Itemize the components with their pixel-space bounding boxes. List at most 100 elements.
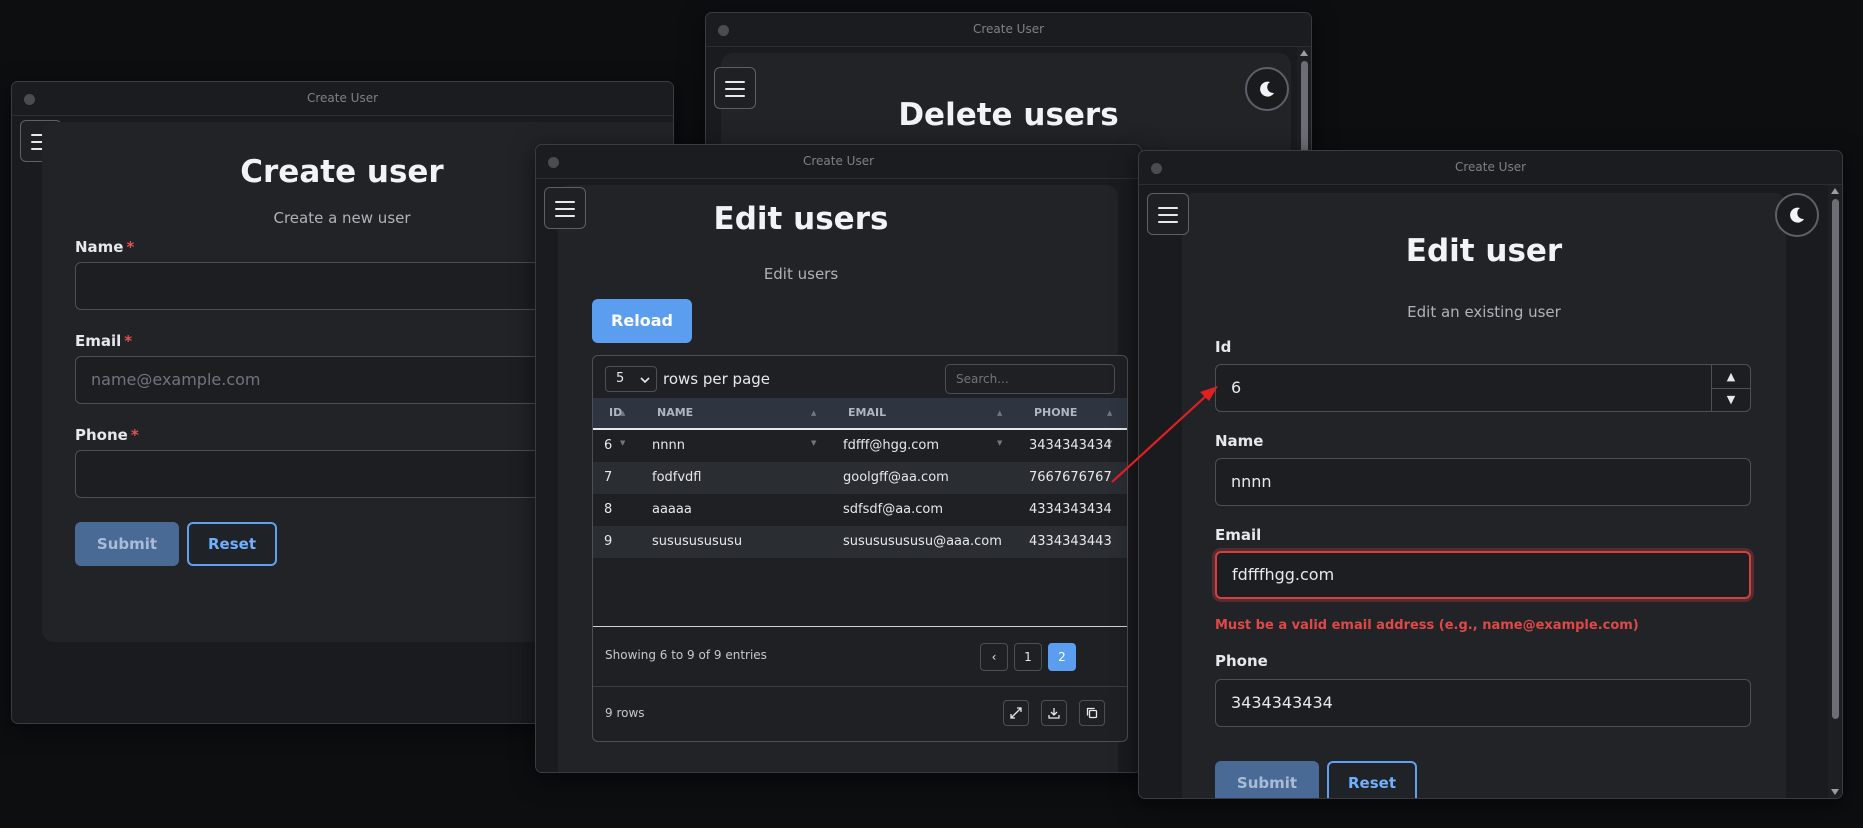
cell-email: fdfff@hgg.com [843,438,940,453]
hamburger-icon [725,81,745,83]
download-button[interactable] [1041,700,1067,726]
cell-name: fodfvdfl [652,470,702,485]
cell-id: 7 [604,470,613,485]
scroll-up-arrow[interactable] [1300,50,1308,56]
id-stepper-controls: ▲ ▼ [1711,365,1750,411]
cell-name: aaaaa [652,502,692,517]
rows-per-page-label: rows per page [663,370,771,388]
pagination-page-2[interactable]: 2 [1048,643,1076,671]
cell-email: sdfsdf@aa.com [843,502,944,517]
name-label: Name * [75,238,134,256]
email-label: Email [1215,526,1262,544]
id-value: 6 [1231,378,1242,397]
table-actions [1003,700,1113,728]
title-bar: Create User [12,82,673,116]
table-row[interactable]: 9 susususususu susususususu@aaa.com 4334… [593,526,1127,558]
column-header-phone[interactable]: PHONE [1034,398,1077,428]
window-content: Edit users Edit users Reload 5 rows per … [536,179,1141,772]
scrollbar-thumb[interactable] [1832,199,1839,719]
cell-id: 8 [604,502,613,517]
phone-input[interactable]: 3434343434 [1215,679,1751,727]
window-title: Create User [972,22,1045,36]
table-row[interactable]: 6 nnnn fdfff@hgg.com 3434343434 [593,430,1127,462]
name-label-text: Name [75,238,124,256]
increment-arrow-icon[interactable]: ▲ [1712,365,1750,389]
edit-users-window: Create User Edit users Edit users Reload… [535,144,1142,773]
window-title: Create User [802,154,875,168]
title-bar: Create User [1139,151,1842,185]
theme-toggle-button[interactable] [1775,193,1819,237]
page-subtitle: Edit an existing user [1407,303,1561,321]
decrement-arrow-icon[interactable]: ▼ [1712,388,1750,411]
column-header-email[interactable]: EMAIL [848,398,886,428]
cell-phone: 3434343434 [1029,438,1112,453]
search-input[interactable]: Search... [945,364,1115,394]
page-subtitle: Edit users [763,265,839,283]
hamburger-icon-bar [1158,221,1178,223]
chevron-down-icon [640,377,650,384]
expand-button[interactable] [1003,700,1029,726]
table-row[interactable]: 7 fodfvdfl goolgff@aa.com 7667676767 [593,462,1127,494]
scroll-down-arrow[interactable] [1831,789,1839,795]
cell-phone: 4334343434 [1029,502,1112,517]
title-bar: Create User [706,13,1311,47]
title-bar: Create User [536,145,1141,179]
id-label: Id [1215,338,1232,356]
phone-label-text: Phone [75,426,128,444]
name-input[interactable]: nnnn [1215,458,1751,506]
menu-button[interactable] [1147,193,1189,235]
table-header: ID ▲ ▼ NAME ▲ ▼ EMAIL ▲ ▼ PHONE ▲ ▼ [593,398,1127,447]
footer-divider [593,626,1127,627]
row-count-text: 9 rows [605,706,645,720]
name-label: Name [1215,432,1264,450]
column-header-name[interactable]: NAME [657,398,693,428]
cell-name: susususususu [652,534,743,549]
phone-label: Phone [1215,652,1268,670]
cell-id: 6 [604,438,613,453]
cell-name: nnnn [652,438,685,453]
edit-user-window: Create User Edit user Edit an existing u… [1138,150,1843,799]
rows-per-page-value: 5 [616,371,625,386]
required-mark: * [124,332,133,350]
scroll-up-arrow[interactable] [1831,188,1839,194]
pagination-page-1[interactable]: 1 [1014,643,1042,671]
cell-email: goolgff@aa.com [843,470,949,485]
email-error-message: Must be a valid email address (e.g., nam… [1215,618,1639,633]
page-title: Delete users [898,97,1119,133]
cell-phone: 4334343443 [1029,534,1112,549]
scrollbar[interactable] [1828,185,1842,798]
submit-button[interactable]: Submit [75,522,179,566]
rows-per-page-select[interactable]: 5 [605,366,657,392]
table-row[interactable]: 8 aaaaa sdfsdf@aa.com 4334343434 [593,494,1127,526]
moon-icon [1260,81,1274,97]
moon-icon [1790,207,1804,223]
page-title: Edit user [1405,233,1563,269]
cell-email: susususususu@aaa.com [843,534,1002,549]
reset-button[interactable]: Reset [187,522,277,566]
hamburger-icon [1158,207,1178,209]
id-stepper[interactable]: 6 ▲ ▼ [1215,364,1751,412]
submit-button[interactable]: Submit [1215,761,1319,798]
footer-divider [593,686,1127,687]
pagination-prev-button[interactable]: ‹ [980,643,1008,671]
users-data-table: 5 rows per page Search... ID ▲ ▼ NAME ▲ ▼ … [592,355,1128,742]
cell-phone: 7667676767 [1029,470,1112,485]
reload-button[interactable]: Reload [592,299,692,343]
window-title: Create User [1454,160,1527,174]
window-content: Edit user Edit an existing user Id 6 ▲ ▼… [1139,185,1842,798]
pagination: ‹ 1 2 [980,643,1090,673]
download-icon [1048,708,1060,719]
page-title: Edit users [713,201,889,237]
cell-id: 9 [604,534,613,549]
required-mark: * [130,426,139,444]
required-mark: * [126,238,135,256]
hamburger-icon-bar [1158,214,1178,216]
expand-icon [1010,707,1022,719]
reset-button[interactable]: Reset [1327,761,1417,798]
copy-button[interactable] [1079,700,1105,726]
phone-label: Phone * [75,426,139,444]
search-placeholder: Search... [956,372,1009,386]
copy-icon [1086,707,1098,719]
email-input[interactable]: fdfffhgg.com [1215,551,1751,599]
email-label: Email * [75,332,132,350]
